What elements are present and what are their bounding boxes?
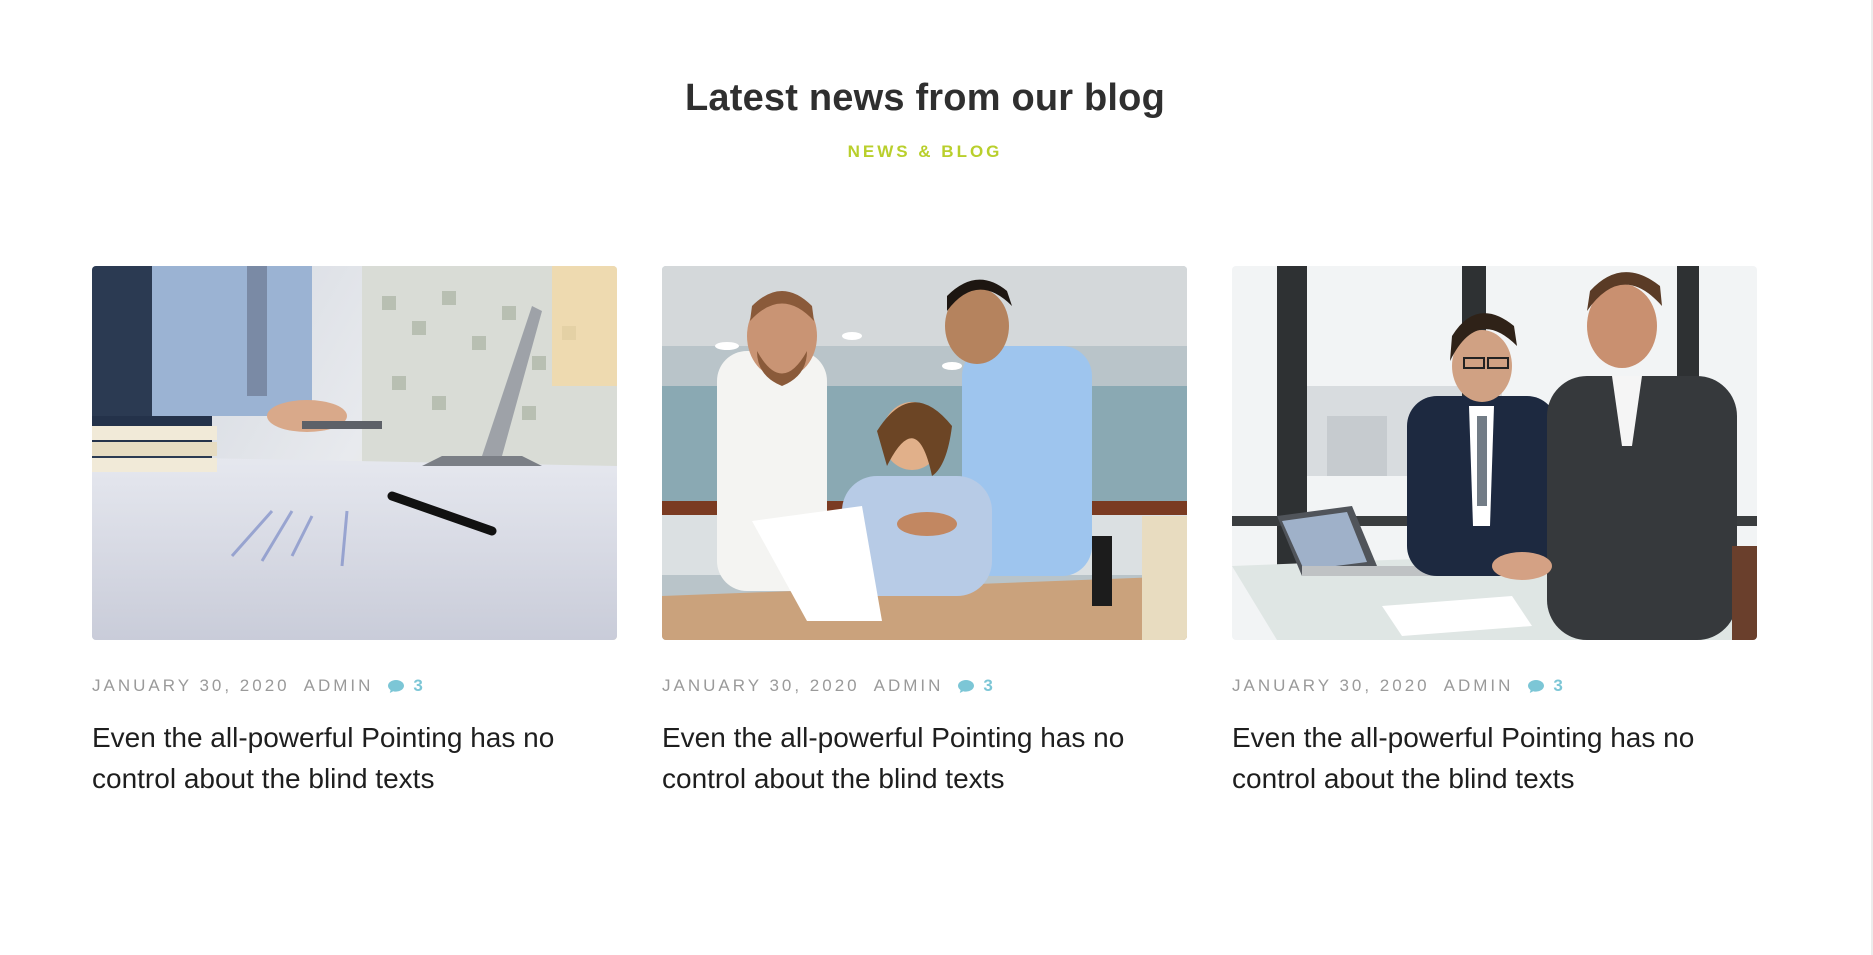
comment-icon (1528, 679, 1545, 693)
post-date[interactable]: JANUARY 30, 2020 (1232, 676, 1430, 696)
blog-section: Latest news from our blog NEWS & BLOG JA… (0, 0, 1873, 955)
blog-card: JANUARY 30, 2020 ADMIN 3 Even the all-po… (92, 266, 617, 799)
post-title-link[interactable]: Even the all-powerful Pointing has no co… (92, 717, 617, 799)
blog-card-list: JANUARY 30, 2020 ADMIN 3 Even the all-po… (92, 266, 1758, 799)
post-title-link[interactable]: Even the all-powerful Pointing has no co… (1232, 717, 1757, 799)
section-heading: Latest news from our blog NEWS & BLOG (0, 70, 1850, 164)
blog-post-image[interactable] (1232, 266, 1757, 640)
blog-card: JANUARY 30, 2020 ADMIN 3 Even the all-po… (1232, 266, 1757, 799)
comment-count: 3 (1553, 676, 1566, 695)
comment-count: 3 (983, 676, 996, 695)
blog-card-image-link[interactable] (662, 266, 1187, 640)
post-author[interactable]: ADMIN (1444, 676, 1514, 696)
comment-count-link[interactable]: 3 (1527, 676, 1565, 696)
comment-icon (388, 679, 405, 693)
post-date[interactable]: JANUARY 30, 2020 (92, 676, 290, 696)
post-author[interactable]: ADMIN (874, 676, 944, 696)
post-title-link[interactable]: Even the all-powerful Pointing has no co… (662, 717, 1187, 799)
blog-card: JANUARY 30, 2020 ADMIN 3 Even the all-po… (662, 266, 1187, 799)
blog-post-image[interactable] (92, 266, 617, 640)
section-subtitle: NEWS & BLOG (847, 142, 1003, 161)
post-date[interactable]: JANUARY 30, 2020 (662, 676, 860, 696)
comment-count-link[interactable]: 3 (387, 676, 425, 696)
comment-icon (958, 679, 975, 693)
blog-post-image[interactable] (662, 266, 1187, 640)
blog-card-image-link[interactable] (92, 266, 617, 640)
post-meta: JANUARY 30, 2020 ADMIN 3 (662, 676, 1187, 696)
post-meta: JANUARY 30, 2020 ADMIN 3 (92, 676, 617, 696)
comment-count: 3 (413, 676, 426, 695)
post-author[interactable]: ADMIN (304, 676, 374, 696)
blog-card-image-link[interactable] (1232, 266, 1757, 640)
post-meta: JANUARY 30, 2020 ADMIN 3 (1232, 676, 1757, 696)
section-title: Latest news from our blog (684, 77, 1166, 119)
comment-count-link[interactable]: 3 (957, 676, 995, 696)
